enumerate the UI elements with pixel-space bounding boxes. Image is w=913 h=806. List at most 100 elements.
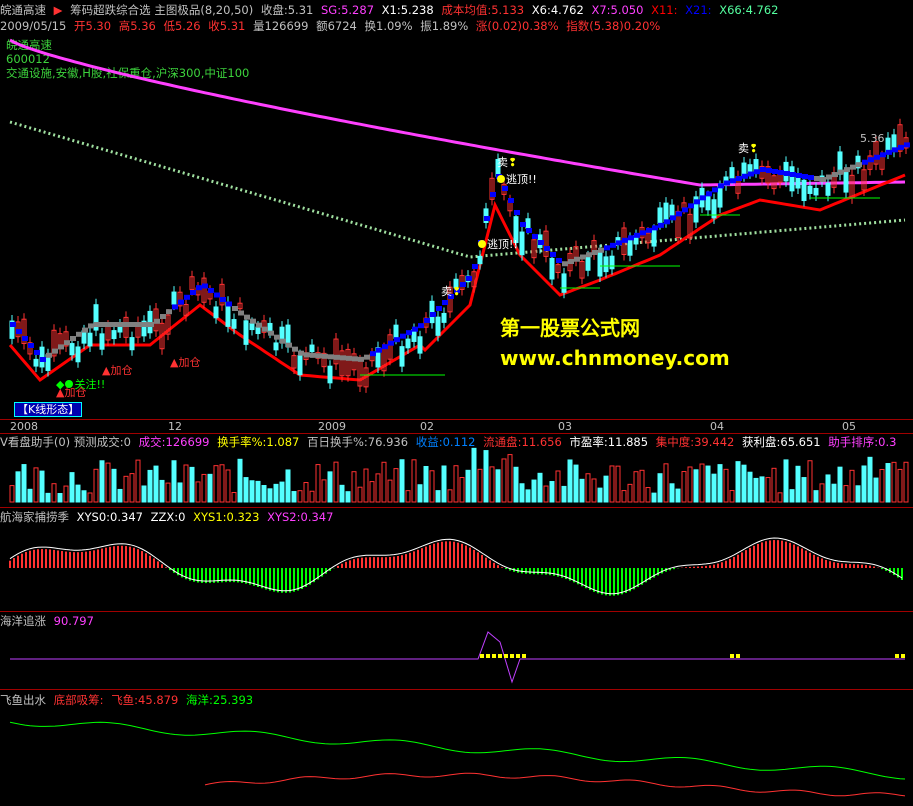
sell-label-3: 卖❢ (738, 142, 759, 155)
volume-bar (615, 465, 621, 503)
ma-step-block (718, 183, 724, 189)
volume-bar (765, 477, 771, 503)
ma-step-block (670, 215, 676, 221)
candle-body (651, 229, 657, 247)
ma-step-block (862, 159, 868, 165)
haiyang-dot (730, 654, 734, 658)
high-price-label: 5.36 (860, 132, 885, 145)
ma-step-block (472, 264, 478, 269)
candle-body (255, 326, 261, 335)
volume-bar (867, 456, 873, 503)
volume-pane[interactable]: V看盘助手(0) 预测成交:0 成交:126699 换手率%:1.087 百日换… (0, 433, 913, 504)
ma-step-block (364, 354, 370, 360)
ma-step-block (892, 147, 898, 153)
ma-step-block (556, 258, 562, 263)
volume-bar (561, 485, 567, 503)
kline-pattern-button[interactable]: 【K线形态】 (14, 402, 83, 417)
ma-step-block (844, 167, 850, 173)
ma-step-block (94, 322, 100, 327)
volume-bar (597, 487, 603, 503)
volume-bar (111, 468, 117, 503)
candle-body (843, 169, 849, 193)
candle-body (627, 237, 633, 256)
candle-body (273, 342, 279, 351)
ma-step-block (82, 327, 88, 333)
candle-body (213, 306, 219, 319)
candle-body (519, 231, 525, 256)
ma-step-block (160, 314, 166, 319)
volume-bar (639, 469, 645, 503)
volume-bar (711, 473, 717, 503)
ma-step-block (724, 180, 730, 186)
ma-step-block (622, 237, 628, 243)
volume-bar (897, 468, 903, 503)
main-price-chart[interactable] (0, 0, 913, 418)
candle-body (825, 182, 831, 196)
volume-bar (843, 485, 849, 503)
volume-bar (309, 490, 315, 503)
ma-step-block (508, 198, 514, 203)
volume-bar (471, 447, 477, 503)
ma-step-block (40, 357, 46, 362)
volume-bar (135, 459, 141, 503)
haiyang-dot (516, 654, 520, 658)
volume-bar (75, 484, 81, 503)
candle-body (81, 330, 87, 344)
haiyang-dot (901, 654, 905, 658)
ma-step-block (544, 246, 550, 251)
candle-body (327, 365, 333, 384)
ma-step-block (46, 352, 52, 358)
ma-step-block (286, 342, 292, 348)
volume-bar (789, 489, 795, 503)
feiyu-pane[interactable]: 飞鱼出水 底部吸筹: 飞鱼:45.879 海洋:25.393 (0, 689, 913, 806)
sell-label-2: 卖❢ (497, 156, 518, 169)
volume-bar (567, 459, 573, 503)
candle-body (435, 316, 441, 336)
ma-step-block (202, 283, 208, 289)
volume-bar (315, 464, 321, 503)
volume-bar (519, 483, 525, 503)
ma-step-block (64, 340, 70, 346)
ma-step-block (172, 304, 178, 310)
volume-bar (117, 488, 123, 503)
ma-step-block (244, 314, 250, 320)
haiyang-pane[interactable]: 海洋追涨 90.797 (0, 611, 913, 688)
volume-bar (165, 482, 171, 503)
ma-step-block (694, 199, 700, 205)
volume-bar (855, 485, 861, 503)
volume-bar (627, 483, 633, 503)
haiyang-dot (492, 654, 496, 658)
volume-bar (177, 482, 183, 503)
candle-body (405, 338, 411, 349)
ma-step-block (790, 172, 796, 177)
volume-bar (813, 490, 819, 503)
ma-step-block (418, 323, 424, 329)
haiyang-dot (486, 654, 490, 658)
ma-step-block (262, 326, 268, 332)
ma-step-block (664, 219, 670, 225)
hanghaijia-histogram (9, 537, 903, 596)
volume-bar (435, 490, 441, 503)
volume-bar (543, 485, 549, 503)
volume-bar (153, 465, 159, 503)
ma-step-block (610, 242, 616, 248)
candle-body (717, 186, 723, 208)
volume-bar (141, 485, 147, 503)
candle-body (603, 256, 609, 273)
ma-step-block (640, 230, 646, 236)
candle-body (249, 322, 255, 331)
haiyang-line-path (10, 631, 905, 684)
ma-step-block (310, 352, 316, 358)
candle-body (585, 256, 591, 271)
hanghaijia-pane[interactable]: 航海家捕捞季 XYS0:0.347 ZZX:0 XYS1:0.323 XYS2:… (0, 507, 913, 610)
ma-step-block (580, 254, 586, 260)
ma-step-block (52, 348, 58, 354)
volume-bar (465, 469, 471, 503)
ma-step-block (424, 318, 430, 323)
volume-bar (279, 481, 285, 503)
haiyang-dot (895, 654, 899, 658)
volume-bar (729, 490, 735, 503)
ma-step-block (688, 203, 694, 209)
axis-label-2009: 2009 (318, 420, 346, 433)
ma-step-block (250, 318, 256, 324)
